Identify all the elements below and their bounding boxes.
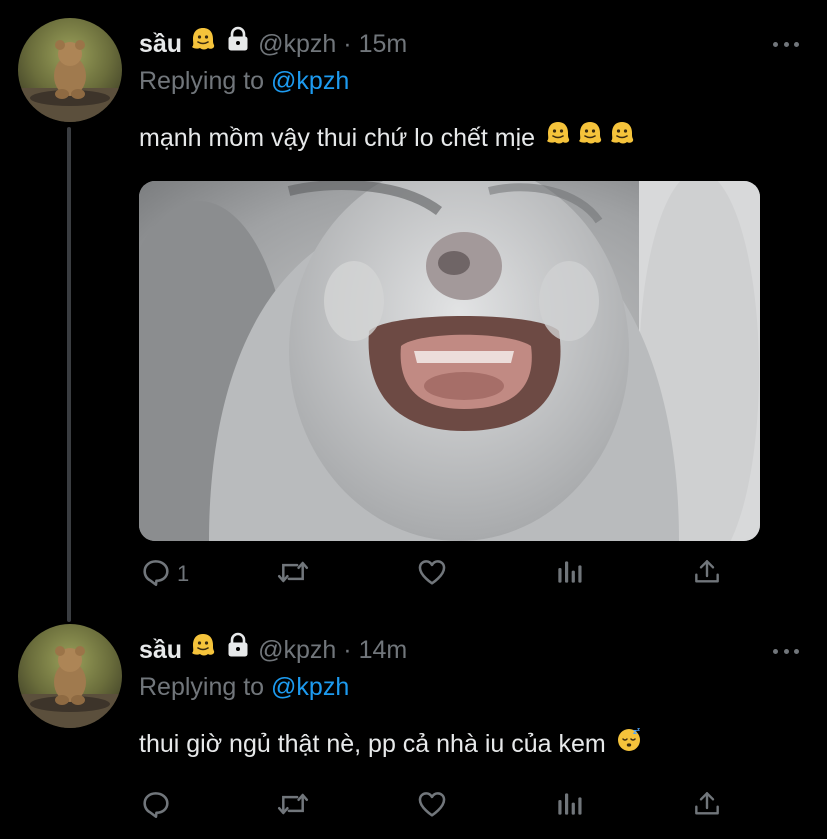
svg-text:z: z (637, 727, 640, 733)
reply-button[interactable] (139, 788, 177, 824)
avatar[interactable] (18, 624, 122, 728)
like-button[interactable] (415, 788, 453, 824)
replying-to-label: Replying to (139, 67, 265, 95)
share-icon (691, 787, 723, 826)
lock-icon (226, 632, 250, 668)
share-icon (691, 555, 723, 594)
melting-face-emoji (577, 120, 603, 156)
tweet-text-body: thui giờ ngủ thật nè, pp cả nhà iu của k… (139, 730, 606, 758)
lock-icon (226, 26, 250, 62)
reply-icon (139, 555, 173, 594)
avatar[interactable] (18, 18, 122, 122)
reply-count: 1 (177, 561, 190, 586)
bar-chart-icon (553, 787, 585, 826)
tweet-actions: 1 (139, 556, 739, 592)
retweet-icon (275, 787, 311, 826)
heart-icon (415, 555, 449, 594)
separator-dot: · (343, 30, 352, 58)
tweet-text: thui giờ ngủ thật nè, pp cả nhà iu của k… (139, 726, 642, 762)
replying-to: Replying to @kpzh (139, 64, 349, 98)
tweet[interactable]: sầu @kpzh · 15m Replying to @kpzh mạnh m… (0, 0, 827, 612)
analytics-button[interactable] (553, 556, 585, 592)
heart-icon (415, 787, 449, 826)
reply-button[interactable]: 1 (139, 556, 189, 592)
mention-link[interactable]: @kpzh (271, 673, 349, 701)
melting-face-emoji (190, 26, 216, 62)
tweet-text-body: mạnh mồm vậy thui chứ lo chết mịe (139, 124, 536, 152)
bar-chart-icon (553, 555, 585, 594)
like-button[interactable] (415, 556, 453, 592)
user-handle[interactable]: @kpzh (258, 26, 336, 62)
melting-face-emoji (545, 120, 571, 156)
tweet-image[interactable] (139, 181, 760, 541)
retweet-button[interactable] (275, 788, 315, 824)
mention-link[interactable]: @kpzh (271, 67, 349, 95)
separator-dot: · (343, 636, 352, 664)
share-button[interactable] (691, 556, 723, 592)
retweet-icon (275, 555, 311, 594)
tweet[interactable]: sầu @kpzh · 14m Replying to @kpzh thui g… (0, 612, 827, 839)
reply-icon (139, 787, 173, 826)
user-handle[interactable]: @kpzh (258, 632, 336, 668)
tweet-header: sầu @kpzh · 15m (139, 26, 407, 62)
sleeping-face-emoji: z z (616, 726, 642, 762)
more-options-icon[interactable] (773, 646, 799, 656)
retweet-button[interactable] (275, 556, 315, 592)
timestamp[interactable]: 15m (359, 26, 408, 62)
tweet-text: mạnh mồm vậy thui chứ lo chết mịe (139, 120, 635, 156)
melting-face-emoji (609, 120, 635, 156)
more-options-icon[interactable] (773, 39, 799, 49)
tweet-header: sầu @kpzh · 14m (139, 632, 407, 668)
analytics-button[interactable] (553, 788, 585, 824)
display-name[interactable]: sầu (139, 632, 182, 668)
share-button[interactable] (691, 788, 723, 824)
tweet-actions (139, 788, 739, 824)
display-name[interactable]: sầu (139, 26, 182, 62)
melting-face-emoji (190, 632, 216, 668)
replying-to-label: Replying to (139, 673, 265, 701)
timestamp[interactable]: 14m (359, 632, 408, 668)
replying-to: Replying to @kpzh (139, 670, 349, 704)
